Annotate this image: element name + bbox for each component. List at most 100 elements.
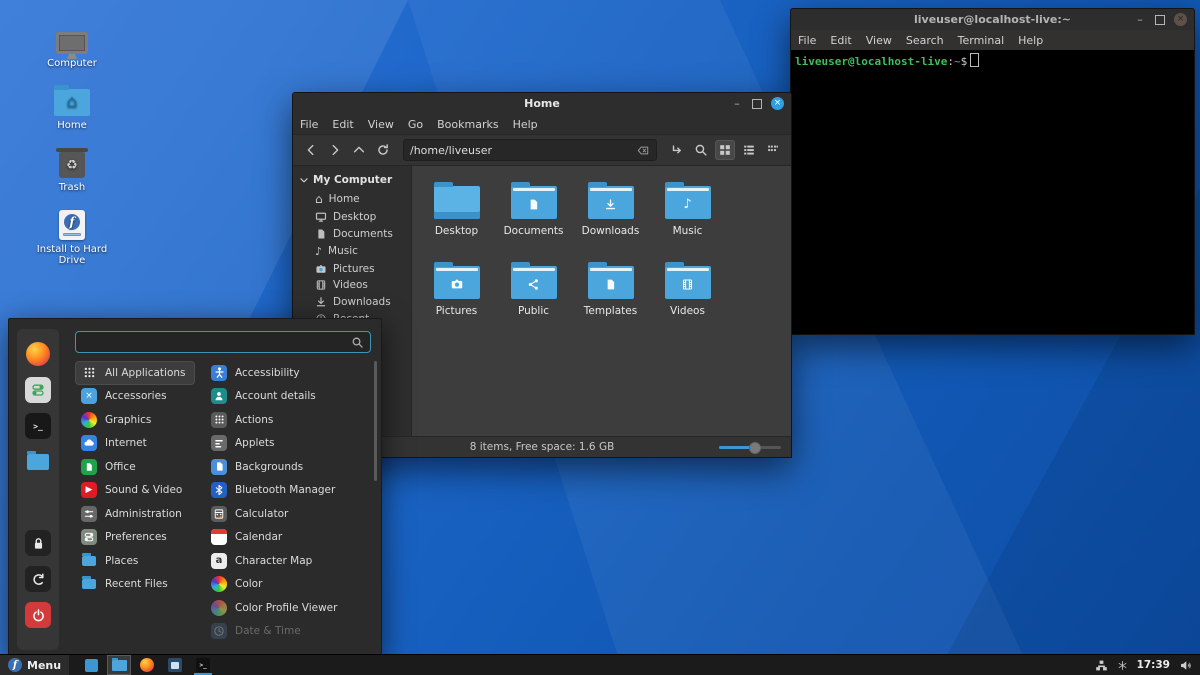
menu-search-box[interactable] xyxy=(75,331,371,353)
desktop-icon-computer[interactable]: Computer xyxy=(30,20,114,69)
maximize-button[interactable] xyxy=(1155,15,1165,25)
folder-music[interactable]: ♪ Music xyxy=(649,180,726,260)
menu-button[interactable]: f Menu xyxy=(0,655,69,675)
toggle-location-entry-button[interactable] xyxy=(667,140,687,160)
category-administration[interactable]: Administration xyxy=(75,502,195,526)
file-manager-window-button[interactable] xyxy=(107,655,131,675)
path-bar[interactable] xyxy=(403,139,657,161)
terminal-launcher[interactable]: >_ xyxy=(25,413,51,439)
category-graphics[interactable]: Graphics xyxy=(75,408,195,432)
search-input[interactable] xyxy=(82,335,351,350)
menu-edit[interactable]: Edit xyxy=(823,34,858,47)
installer-window-button[interactable] xyxy=(163,655,187,675)
minimize-button[interactable]: – xyxy=(731,98,743,109)
log-out-button[interactable] xyxy=(25,566,51,592)
app-calculator[interactable]: Calculator xyxy=(205,502,370,526)
sidebar-item-documents[interactable]: Documents xyxy=(293,226,411,243)
menu-scrollbar[interactable] xyxy=(374,361,377,481)
menu-help[interactable]: Help xyxy=(506,118,545,131)
category-all-applications[interactable]: All Applications xyxy=(75,361,195,385)
compact-view-button[interactable] xyxy=(763,140,783,160)
sidebar-item-videos[interactable]: Videos xyxy=(293,277,411,294)
folder-documents[interactable]: Documents xyxy=(495,180,572,260)
desktop-icon-trash[interactable]: ♻ Trash xyxy=(30,144,114,193)
show-desktop-button[interactable] xyxy=(79,655,103,675)
app-actions[interactable]: Actions xyxy=(205,408,370,432)
volume-icon[interactable] xyxy=(1179,659,1192,672)
terminal-titlebar[interactable]: liveuser@localhost-live:~ – × xyxy=(791,9,1194,30)
close-button[interactable]: × xyxy=(771,97,784,110)
zoom-slider-handle[interactable] xyxy=(749,442,761,454)
menu-search[interactable]: Search xyxy=(899,34,951,47)
taskbar: f Menu >_ 17:39 xyxy=(0,654,1200,675)
search-button[interactable] xyxy=(691,140,711,160)
folder-templates[interactable]: Templates xyxy=(572,260,649,340)
app-color-profile-viewer[interactable]: Color Profile Viewer xyxy=(205,596,370,620)
clock[interactable]: 17:39 xyxy=(1137,659,1170,671)
sidebar-item-desktop[interactable]: Desktop xyxy=(293,209,411,226)
menu-file[interactable]: File xyxy=(791,34,823,47)
app-applets[interactable]: Applets xyxy=(205,432,370,456)
application-menu: >_ All Applications ×Accessories Graphic… xyxy=(8,318,382,656)
category-recent-files[interactable]: Recent Files xyxy=(75,573,195,597)
category-office[interactable]: Office xyxy=(75,455,195,479)
category-sound-video[interactable]: ▶Sound & Video xyxy=(75,479,195,503)
desktop-icon-home[interactable]: ⌂ Home xyxy=(30,82,114,131)
download-icon xyxy=(315,296,327,308)
category-accessories[interactable]: ×Accessories xyxy=(75,385,195,409)
app-backgrounds[interactable]: Backgrounds xyxy=(205,455,370,479)
terminal-window-button[interactable]: >_ xyxy=(191,655,215,675)
folder-videos[interactable]: Videos xyxy=(649,260,726,340)
firefox-launcher[interactable] xyxy=(25,341,51,367)
category-places[interactable]: Places xyxy=(75,549,195,573)
sidebar-item-downloads[interactable]: Downloads xyxy=(293,294,411,311)
folder-desktop[interactable]: Desktop xyxy=(418,180,495,260)
desktop-icon-install[interactable]: f Install to Hard Drive xyxy=(30,206,114,266)
sidebar-item-music[interactable]: ♪Music xyxy=(293,242,411,260)
menu-bookmarks[interactable]: Bookmarks xyxy=(430,118,505,131)
app-color[interactable]: Color xyxy=(205,573,370,597)
close-button[interactable]: × xyxy=(1174,13,1187,26)
folder-downloads[interactable]: Downloads xyxy=(572,180,649,260)
terminal-content[interactable]: liveuser@localhost-live:~$ xyxy=(791,50,1194,334)
folder-public[interactable]: Public xyxy=(495,260,572,340)
clear-path-icon[interactable] xyxy=(637,144,650,157)
path-input[interactable] xyxy=(410,144,637,157)
sidebar-section-my-computer[interactable]: My Computer xyxy=(293,172,411,190)
back-button[interactable] xyxy=(301,140,321,160)
minimize-button[interactable]: – xyxy=(1134,14,1146,25)
app-date-time[interactable]: Date & Time xyxy=(205,620,370,644)
folder-pictures[interactable]: Pictures xyxy=(418,260,495,340)
app-bluetooth-manager[interactable]: Bluetooth Manager xyxy=(205,479,370,503)
icon-view-button[interactable] xyxy=(715,140,735,160)
refresh-button[interactable] xyxy=(373,140,393,160)
up-button[interactable] xyxy=(349,140,369,160)
menu-terminal[interactable]: Terminal xyxy=(951,34,1012,47)
app-character-map[interactable]: aCharacter Map xyxy=(205,549,370,573)
app-calendar[interactable]: Calendar xyxy=(205,526,370,550)
menu-go[interactable]: Go xyxy=(401,118,430,131)
files-titlebar[interactable]: Home – × xyxy=(293,93,791,114)
maximize-button[interactable] xyxy=(752,99,762,109)
category-internet[interactable]: Internet xyxy=(75,432,195,456)
sidebar-item-home[interactable]: ⌂Home xyxy=(293,190,411,209)
zoom-slider[interactable] xyxy=(719,437,781,457)
app-account-details[interactable]: Account details xyxy=(205,385,370,409)
network-icon[interactable] xyxy=(1095,659,1108,672)
list-view-button[interactable] xyxy=(739,140,759,160)
forward-button[interactable] xyxy=(325,140,345,160)
sidebar-item-pictures[interactable]: Pictures xyxy=(293,260,411,277)
menu-view[interactable]: View xyxy=(361,118,401,131)
status-snowflake-icon[interactable] xyxy=(1117,660,1128,671)
file-manager-launcher[interactable] xyxy=(25,449,51,475)
menu-help[interactable]: Help xyxy=(1011,34,1050,47)
firefox-launcher-button[interactable] xyxy=(135,655,159,675)
menu-edit[interactable]: Edit xyxy=(325,118,360,131)
menu-view[interactable]: View xyxy=(859,34,899,47)
shut-down-button[interactable] xyxy=(25,602,51,628)
software-manager-launcher[interactable] xyxy=(25,377,51,403)
category-preferences[interactable]: Preferences xyxy=(75,526,195,550)
app-accessibility[interactable]: Accessibility xyxy=(205,361,370,385)
lock-screen-button[interactable] xyxy=(25,530,51,556)
menu-file[interactable]: File xyxy=(293,118,325,131)
